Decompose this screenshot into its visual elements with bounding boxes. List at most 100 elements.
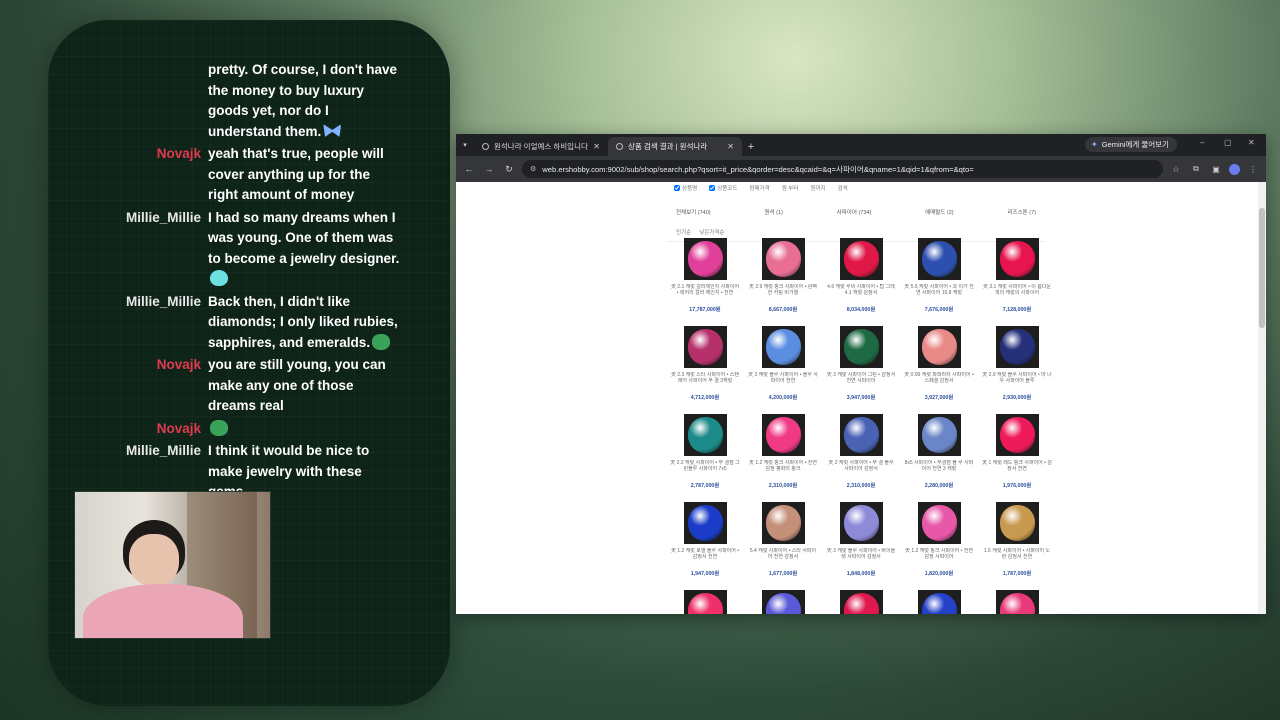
product-name[interactable]: 天 2 캐럿 사파이어 • 무 결 블루 사파이어 감정서 [826, 460, 896, 478]
product-card[interactable]: 8x5 사파이어 • 무결점 블 루 사파이어 천연 3 캐럿 2,280,000… [900, 414, 978, 502]
category-emerald[interactable]: 에메랄드 (2) [925, 208, 954, 216]
product-image[interactable] [761, 326, 805, 368]
product-image[interactable] [683, 238, 727, 280]
forward-button[interactable]: → [482, 164, 496, 174]
product-name[interactable]: 1.6 캐럿 사파이어 • 사파이어 노란 감정서 천연 [982, 548, 1052, 566]
product-image[interactable] [995, 414, 1039, 456]
product-image[interactable] [995, 238, 1039, 280]
category-rough[interactable]: 원석 (1) [764, 208, 782, 216]
category-all[interactable]: 전체보기 (740) [676, 208, 711, 216]
price-to-input[interactable]: 원까지 [810, 184, 825, 192]
product-image[interactable] [995, 326, 1039, 368]
product-card[interactable]: 天 0.99 캐럿 파파라차 사파이어 • 스페셜 감정서 3,927,000원 [900, 326, 978, 414]
product-image[interactable] [839, 502, 883, 544]
product-image[interactable] [683, 326, 727, 368]
product-name[interactable]: 天 3.1 캐럿 사파이어 • 이 름다운 색의 캐럿의 사파이어 [982, 284, 1052, 302]
minimize-button[interactable]: – [1200, 138, 1204, 147]
filter-check[interactable]: 상품명 [674, 184, 697, 192]
close-icon[interactable]: ✕ [727, 142, 734, 151]
maximize-button[interactable]: ▢ [1224, 138, 1232, 147]
product-image[interactable] [683, 502, 727, 544]
product-card[interactable]: 天 5.5 캐럿 사파이어 • 코 이가 천연 사파이어 10.8 캐럿 7,67… [900, 238, 978, 326]
product-card[interactable] [744, 590, 822, 614]
product-card[interactable]: 4.6 캐럿 루비 사파이어 • 탑 그레 4.1 캐럿 감정서 8,034,00… [822, 238, 900, 326]
product-image[interactable] [683, 590, 727, 614]
product-card[interactable] [978, 590, 1056, 614]
product-card[interactable]: 天 1.2 캐럿 로열 블루 사파이어 • 감정서 천연 1,947,000원 [666, 502, 744, 590]
product-card[interactable]: 天 1.2 캐럿 핑크 사파이어 • 천연 감정 평화의 핑크 2,310,000… [744, 414, 822, 502]
product-name[interactable]: 天 1.2 캐럿 핑크 사파이어 • 천연 감정 사파이어 [904, 548, 974, 566]
address-bar[interactable]: ⚙ web.ershobby.com:9002/sub/shop/search.… [522, 160, 1163, 178]
bookmark-star-icon[interactable]: ☆ [1169, 165, 1183, 174]
close-icon[interactable]: ✕ [593, 142, 600, 151]
product-image[interactable] [761, 414, 805, 456]
product-name[interactable]: 天 1.2 캐럿 로열 블루 사파이어 • 감정서 천연 [670, 548, 740, 566]
product-name[interactable]: 天 2.1 캐럿 컬러체인지 사파이어 • 레어리 컬러 체인지 • 천연 [670, 284, 740, 302]
product-image[interactable] [761, 590, 805, 614]
product-image[interactable] [917, 326, 961, 368]
product-card[interactable] [900, 590, 978, 614]
tab-groups-icon[interactable]: ▣ [1209, 165, 1223, 174]
tab-search-button[interactable]: ▾ [456, 134, 474, 156]
product-card[interactable]: 天 2.2 캐럿 사파이어 • 무 결점 그린블루 사파이어 7x5 2,787,… [666, 414, 744, 502]
product-card[interactable]: 天 3.1 캐럿 사파이어 • 이 름다운 색의 캐럿의 사파이어 7,128,0… [978, 238, 1056, 326]
product-name[interactable]: 8x5 사파이어 • 무결점 블 루 사파이어 천연 3 캐럿 [904, 460, 974, 478]
product-name[interactable]: 天 1 캐럿 레드 핑크 사파이어 • 감정서 천연 [982, 460, 1052, 478]
product-card[interactable] [666, 590, 744, 614]
product-image[interactable] [761, 238, 805, 280]
product-name[interactable]: 天 2.9 캐럿 핑크 사파이어 • 완벽한 커팅 비가열 [748, 284, 818, 302]
product-card[interactable]: 天 3 캐럿 블루 사파이어 • 바이올렛 사파이어 감정서 1,848,000원 [822, 502, 900, 590]
product-card[interactable]: 1.6 캐럿 사파이어 • 사파이어 노란 감정서 천연 1,787,000원 [978, 502, 1056, 590]
product-card[interactable]: 天 2.9 캐럿 핑크 사파이어 • 완벽한 커팅 비가열 8,667,000원 [744, 238, 822, 326]
product-name[interactable]: 天 0.99 캐럿 파파라차 사파이어 • 스페셜 감정서 [904, 372, 974, 390]
product-name[interactable]: 天 5.5 캐럿 사파이어 • 코 이가 천연 사파이어 10.8 캐럿 [904, 284, 974, 302]
product-card[interactable]: 天 1 캐럿 레드 핑크 사파이어 • 감정서 천연 1,976,000원 [978, 414, 1056, 502]
category-sapphire[interactable]: 사파이어 (734) [837, 208, 872, 216]
product-image[interactable] [917, 590, 961, 614]
product-card[interactable]: 天 3 캐럿 블루 사파이어 • 블루 사파이어 천연 4,200,000원 [744, 326, 822, 414]
back-button[interactable]: ← [462, 164, 476, 174]
product-image[interactable] [683, 414, 727, 456]
close-window-button[interactable]: ✕ [1248, 138, 1255, 147]
product-card[interactable]: 天 2 캐럿 사파이어 • 무 결 블루 사파이어 감정서 2,310,000원 [822, 414, 900, 502]
product-name[interactable]: 天 2.3 캐럿 스타 사파이어 • 스탠 레어 사파이어 무 결 3캐럿 [670, 372, 740, 390]
product-image[interactable] [995, 502, 1039, 544]
sort-popular[interactable]: 인기순 [676, 228, 691, 236]
tab-ershobby-home[interactable]: 원석나라 이얼예스 하비입니다 ✕ [474, 137, 608, 156]
product-name[interactable]: 天 2.9 캐럿 블루 사파이어 • 마 너우 사파이어 블루 [982, 372, 1052, 390]
product-image[interactable] [917, 414, 961, 456]
scroll-thumb[interactable] [1259, 208, 1265, 328]
product-name[interactable]: 天 3 캐럿 블루 사파이어 • 블루 사파이어 천연 [748, 372, 818, 390]
product-card[interactable]: 天 3 캐럿 사파이어 그린 • 감정서 천연 사파이어 3,947,000원 [822, 326, 900, 414]
extensions-icon[interactable]: ⧉ [1189, 164, 1203, 174]
reload-button[interactable]: ↻ [502, 164, 516, 175]
tab-search-results[interactable]: 상품 검색 결과 | 원석나라 ✕ [608, 137, 742, 156]
product-name[interactable]: 天 3 캐럿 블루 사파이어 • 바이올렛 사파이어 감정서 [826, 548, 896, 566]
sort-low-price[interactable]: 낮은가격순 [699, 228, 724, 236]
product-image[interactable] [839, 238, 883, 280]
site-info-icon[interactable]: ⚙ [530, 165, 536, 173]
product-name[interactable]: 天 1.2 캐럿 핑크 사파이어 • 천연 감정 평화의 핑크 [748, 460, 818, 478]
price-from-input[interactable]: 원 부터 [782, 184, 799, 192]
product-card[interactable]: 天 1.2 캐럿 핑크 사파이어 • 천연 감정 사파이어 1,820,000원 [900, 502, 978, 590]
product-name[interactable]: 天 3 캐럿 사파이어 그린 • 감정서 천연 사파이어 [826, 372, 896, 390]
product-card[interactable]: 天 2.9 캐럿 블루 사파이어 • 마 너우 사파이어 블루 2,930,000… [978, 326, 1056, 414]
product-card[interactable]: 5.4 캐럿 사파이어 • 스타 사파이어 천연 감정서 1,677,000원 [744, 502, 822, 590]
product-image[interactable] [917, 502, 961, 544]
product-image[interactable] [917, 238, 961, 280]
product-image[interactable] [761, 502, 805, 544]
profile-avatar[interactable] [1229, 163, 1240, 175]
menu-icon[interactable]: ⋮ [1246, 165, 1260, 174]
product-card[interactable]: 天 2.3 캐럿 스타 사파이어 • 스탠 레어 사파이어 무 결 3캐럿 4,7… [666, 326, 744, 414]
product-image[interactable] [839, 326, 883, 368]
product-card[interactable]: 天 2.1 캐럿 컬러체인지 사파이어 • 레어리 컬러 체인지 • 천연 17,… [666, 238, 744, 326]
gemini-button[interactable]: ✦ Gemini에게 물어보기 [1085, 137, 1177, 152]
checkbox[interactable] [709, 185, 716, 191]
filter-check[interactable]: 상품코드 [709, 184, 737, 192]
product-name[interactable]: 4.6 캐럿 루비 사파이어 • 탑 그레 4.1 캐럿 감정서 [826, 284, 896, 302]
product-image[interactable] [839, 590, 883, 614]
checkbox[interactable] [674, 185, 680, 191]
category-other[interactable]: 리즈스톤 (7) [1007, 208, 1036, 216]
scrollbar[interactable] [1258, 182, 1266, 614]
search-button[interactable]: 검색 [838, 184, 848, 192]
